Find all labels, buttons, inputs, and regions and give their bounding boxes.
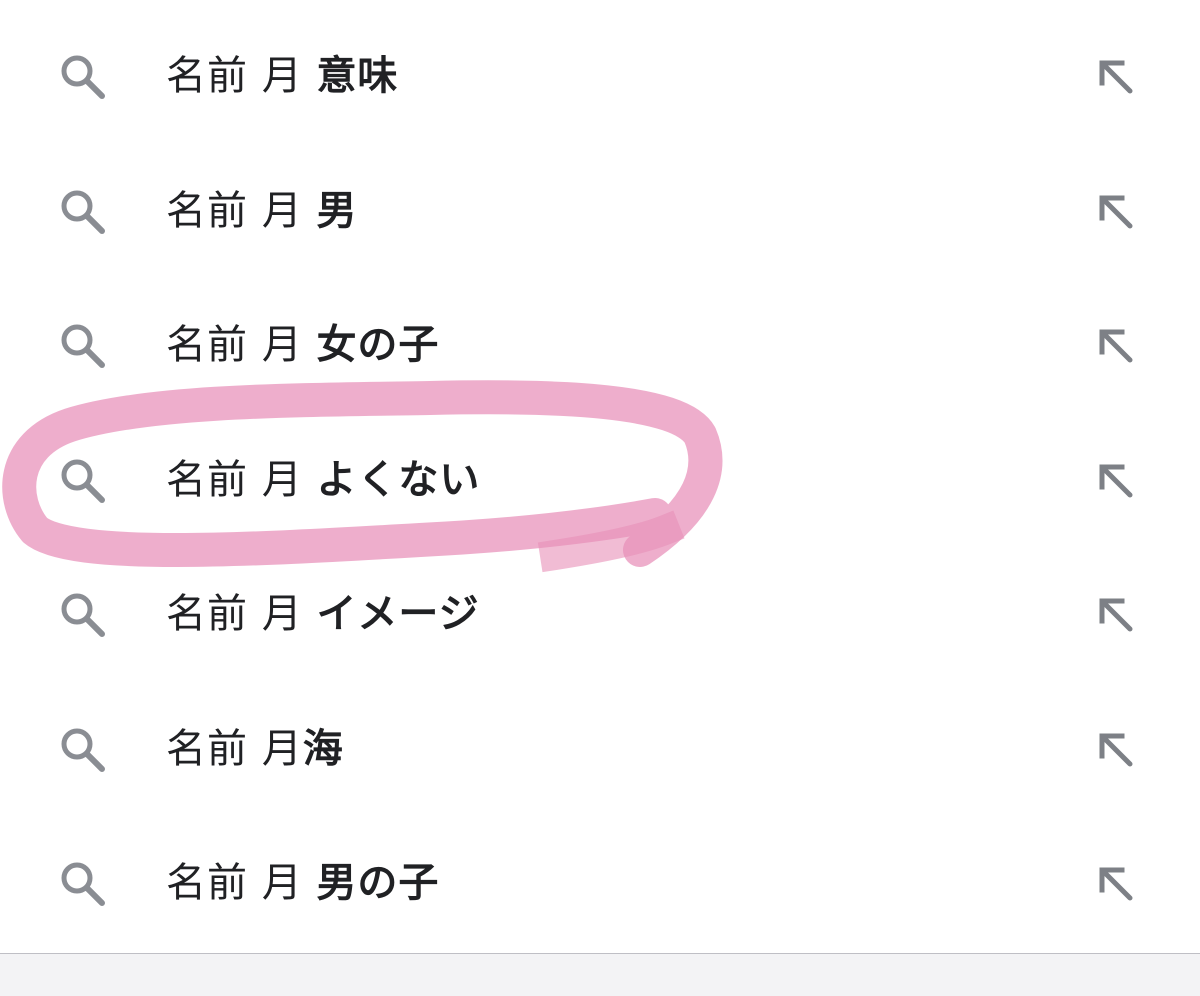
query-suffix: 男 [316, 187, 358, 234]
suggestion-row-7[interactable]: 名前 月 男の子 [0, 817, 1200, 952]
query-prefix: 名前 月 [166, 725, 303, 772]
query-prefix: 名前 月 [166, 187, 317, 234]
query-suffix: 女の子 [316, 322, 440, 369]
suggestion-row-1[interactable]: 名前 月 意味 [0, 10, 1200, 145]
arrow-up-left-icon[interactable] [1096, 326, 1136, 366]
query-prefix: 名前 月 [166, 456, 317, 503]
suggestion-row-6[interactable]: 名前 月海 [0, 683, 1200, 818]
bottom-bar [0, 953, 1200, 996]
suggestion-text: 名前 月 女の子 [166, 321, 439, 369]
arrow-up-left-icon[interactable] [1096, 461, 1136, 501]
arrow-up-left-icon[interactable] [1096, 595, 1136, 635]
suggestion-text: 名前 月 よくない [166, 456, 480, 504]
suggestion-row-2[interactable]: 名前 月 男 [0, 145, 1200, 280]
arrow-up-left-icon[interactable] [1096, 730, 1136, 770]
query-suffix: 意味 [316, 53, 399, 100]
suggestion-row-4[interactable]: 名前 月 よくない [0, 414, 1200, 549]
suggestion-text: 名前 月 意味 [166, 52, 398, 100]
suggestion-text: 名前 月海 [166, 725, 344, 773]
suggestion-row-3[interactable]: 名前 月 女の子 [0, 279, 1200, 414]
suggestion-text: 名前 月 男 [166, 187, 357, 235]
arrow-up-left-icon[interactable] [1096, 192, 1136, 232]
query-prefix: 名前 月 [166, 322, 317, 369]
search-icon [61, 459, 105, 503]
suggestion-list: 名前 月 意味 名前 月 男 名前 月 女の子 名前 月 よくない 名前 月 イ… [0, 10, 1200, 952]
query-prefix: 名前 月 [166, 53, 317, 100]
query-suffix: 男の子 [316, 860, 440, 907]
search-icon [61, 55, 105, 100]
search-icon [61, 324, 105, 369]
query-suffix: イメージ [316, 591, 480, 638]
search-icon [61, 593, 105, 638]
suggestion-text: 名前 月 イメージ [166, 590, 480, 638]
suggestion-row-5[interactable]: 名前 月 イメージ [0, 548, 1200, 683]
query-prefix: 名前 月 [166, 860, 317, 907]
arrow-up-left-icon[interactable] [1096, 864, 1136, 904]
search-icon [61, 728, 105, 772]
search-icon [61, 190, 105, 234]
arrow-up-left-icon[interactable] [1096, 57, 1136, 97]
suggestion-text: 名前 月 男の子 [166, 859, 439, 907]
query-suffix: よくない [316, 456, 481, 503]
query-prefix: 名前 月 [166, 591, 317, 638]
query-suffix: 海 [302, 725, 344, 772]
search-icon [61, 862, 105, 907]
